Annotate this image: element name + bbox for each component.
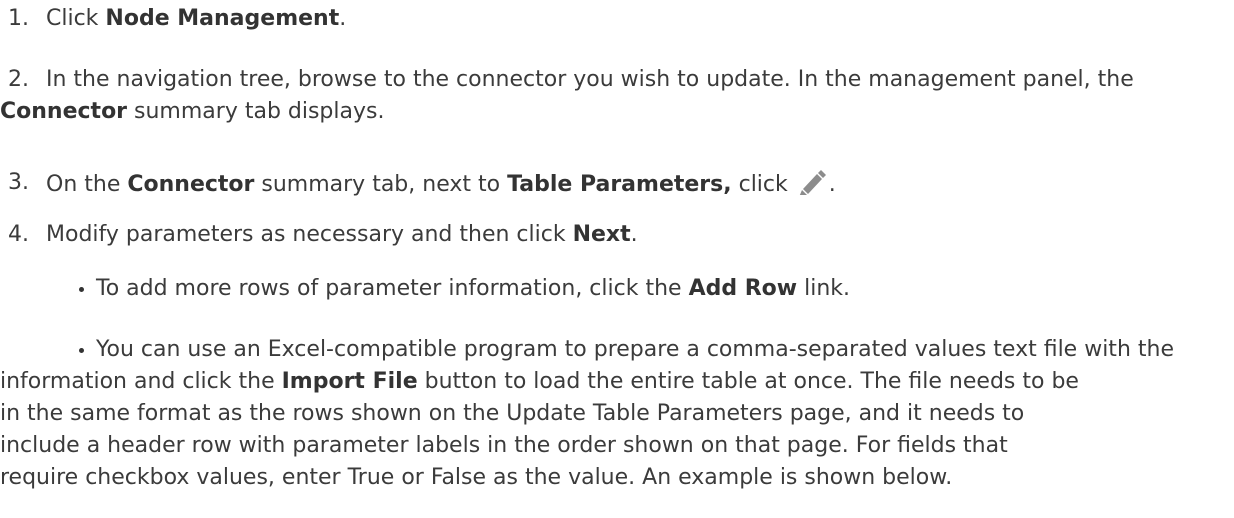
bullet-text-pre: To add more rows of parameter informatio… bbox=[96, 276, 689, 301]
bullet-add-row: To add more rows of parameter informatio… bbox=[0, 273, 1222, 305]
bullet-text: You can use an Excel-compatible program … bbox=[0, 337, 1174, 490]
step-text: In the navigation tree, browse to the co… bbox=[0, 67, 1134, 124]
ui-term-table-parameters: Table Parameters, bbox=[507, 172, 732, 197]
step-text-pre: Click bbox=[46, 6, 106, 31]
bullet-line-1: You can use an Excel-compatible program … bbox=[96, 337, 1174, 362]
step-text-post: . bbox=[630, 222, 638, 247]
ui-term-next: Next bbox=[572, 222, 631, 247]
step-text-line2: summary tab displays. bbox=[127, 99, 385, 124]
step-text: Click Node Management. bbox=[46, 6, 346, 31]
step-4: 4. Modify parameters as necessary and th… bbox=[0, 219, 1222, 251]
pencil-edit-icon bbox=[797, 167, 829, 197]
bullet-line-3: in the same format as the rows shown on … bbox=[0, 401, 1025, 426]
step-text-line1: In the navigation tree, browse to the co… bbox=[46, 67, 1134, 92]
ui-term-node-management: Node Management bbox=[105, 6, 340, 31]
bullet-line-5: require checkbox values, enter True or F… bbox=[0, 465, 953, 490]
bullet-line-2-post: button to load the entire table at once.… bbox=[417, 369, 1079, 394]
step-text-post: . bbox=[339, 6, 347, 31]
bullet-line-4: include a header row with parameter labe… bbox=[0, 433, 1008, 458]
step-1: 1. Click Node Management. bbox=[0, 3, 1222, 35]
step-text: Modify parameters as necessary and then … bbox=[46, 222, 638, 247]
step-3: 3. On the Connector summary tab, next to… bbox=[0, 167, 1222, 201]
step-number: 1. bbox=[8, 6, 29, 31]
step-text: On the Connector summary tab, next to Ta… bbox=[46, 170, 836, 197]
bullet-dot bbox=[79, 287, 84, 292]
bullet-dot bbox=[79, 348, 84, 353]
ui-term-import-file: Import File bbox=[281, 369, 418, 394]
step-text-mid: summary tab, next to bbox=[254, 172, 508, 197]
ui-term-connector: Connector bbox=[0, 99, 128, 124]
step-2: 2. In the navigation tree, browse to the… bbox=[0, 64, 1222, 128]
step-number: 4. bbox=[8, 222, 29, 247]
step-text-post: click bbox=[731, 172, 795, 197]
bullet-line-2-pre: information and click the bbox=[0, 369, 282, 394]
step-number: 2. bbox=[8, 67, 29, 92]
bullet-text: To add more rows of parameter informatio… bbox=[96, 276, 850, 301]
bullet-import-file: You can use an Excel-compatible program … bbox=[0, 334, 1222, 494]
step-text-end: . bbox=[828, 172, 836, 197]
bullet-text-post: link. bbox=[797, 276, 851, 301]
step-text-pre: On the bbox=[46, 172, 128, 197]
step-text-pre: Modify parameters as necessary and then … bbox=[46, 222, 573, 247]
step-number: 3. bbox=[8, 170, 29, 195]
ui-term-add-row: Add Row bbox=[688, 276, 798, 301]
ui-term-connector: Connector bbox=[127, 172, 255, 197]
procedure-document: 1. Click Node Management. 2. In the navi… bbox=[0, 0, 1234, 518]
